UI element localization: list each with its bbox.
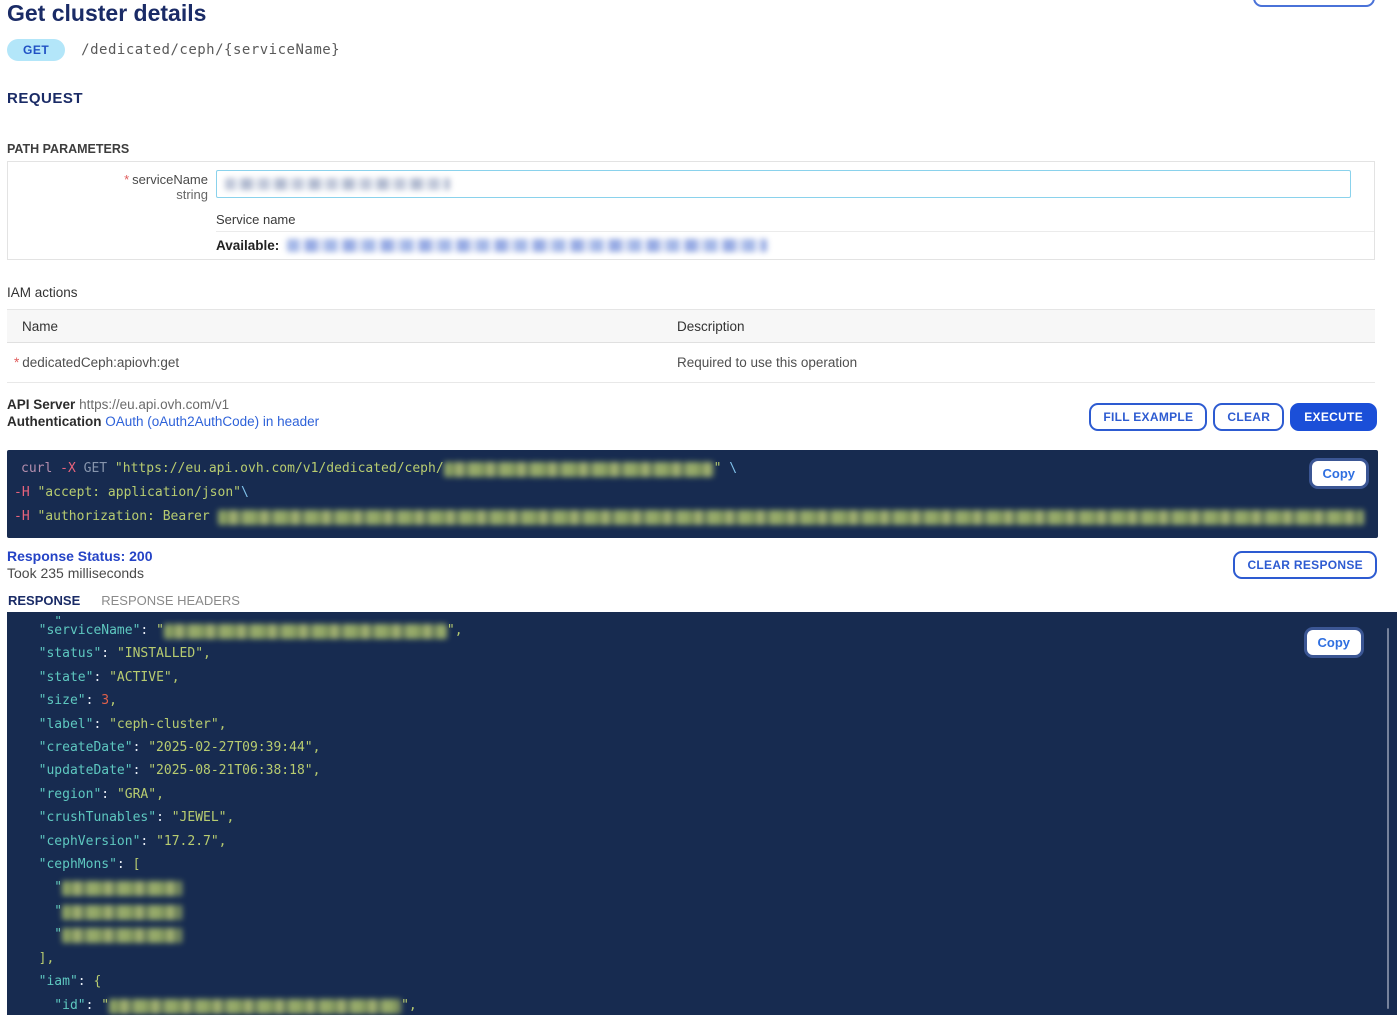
action-buttons: FILL EXAMPLE CLEAR EXECUTE [1089,403,1377,431]
json-line: "createDate": "2025-02-27T09:39:44", [7,736,1397,759]
response-status: Response Status: 200 [7,548,153,565]
request-heading: REQUEST [7,90,83,107]
endpoint-path: /dedicated/ceph/{serviceName} [81,42,340,58]
api-server-label: API Server [7,397,75,412]
redacted-service-name [444,462,714,477]
iam-action-description: Required to use this operation [677,355,1375,370]
json-line: "crushTunables": "JEWEL", [7,806,1397,829]
iam-col-name: Name [7,319,677,334]
required-marker: * [124,172,129,187]
response-status-info: Response Status: 200 Took 235 millisecon… [7,548,153,582]
param-name: *serviceName [8,172,208,187]
json-line: "cephMons": [ [7,853,1397,876]
path-parameters-panel: *serviceName string Service name Availab… [7,161,1375,260]
truncated-top-button[interactable] [1253,0,1375,7]
param-description: Service name [216,212,295,227]
json-line: "updateDate": "2025-08-21T06:38:18", [7,759,1397,782]
path-parameters-heading: PATH PARAMETERS [7,142,129,156]
curl-command-block: curl -X GET "https://eu.api.ovh.com/v1/d… [7,450,1378,538]
json-line: " [7,876,1397,899]
available-label: Available: [216,238,279,253]
endpoint-row: GET /dedicated/ceph/{serviceName} [7,39,340,61]
http-method-badge: GET [7,39,65,61]
param-type: string [8,187,208,202]
clear-response-button[interactable]: CLEAR RESPONSE [1233,551,1377,579]
redacted-value [62,928,182,943]
oauth-link[interactable]: OAuth (oAuth2AuthCode) in header [105,414,319,429]
divider [216,231,1374,232]
json-line: "cephVersion": "17.2.7", [7,830,1397,853]
response-json-lines: " "serviceName": "", "status": "INSTALLE… [7,614,1397,1015]
json-line: " [7,900,1397,923]
json-line: "state": "ACTIVE", [7,666,1397,689]
json-line: "iam": { [7,970,1397,993]
json-line: "region": "GRA", [7,783,1397,806]
copy-curl-button[interactable]: Copy [1312,461,1367,486]
response-time: Took 235 milliseconds [7,565,153,582]
json-line: "id": "", [7,994,1397,1015]
redacted-value [164,624,447,639]
json-line: "label": "ceph-cluster", [7,713,1397,736]
redacted-input-value [225,178,450,190]
curl-line-1: curl -X GET "https://eu.api.ovh.com/v1/d… [7,457,1378,481]
iam-action-name: *dedicatedCeph:apiovh:get [7,355,677,370]
available-values-row: Available: [216,238,767,253]
execute-button[interactable]: EXECUTE [1290,403,1377,431]
json-line: ], [7,947,1397,970]
redacted-bearer-token [218,510,1364,525]
response-scrollbar[interactable] [1387,628,1389,1009]
api-server-url: https://eu.api.ovh.com/v1 [79,397,229,412]
json-line: "serviceName": "", [7,619,1397,642]
json-line: " [7,923,1397,946]
fill-example-button[interactable]: FILL EXAMPLE [1089,403,1207,431]
curl-line-2: -H "accept: application/json"\ [7,481,1378,505]
page-title: Get cluster details [7,0,206,27]
api-server-line: API Server https://eu.api.ovh.com/v1 [7,396,319,413]
iam-actions-table: Name Description *dedicatedCeph:apiovh:g… [7,309,1375,383]
curl-line-3: -H "authorization: Bearer [7,505,1378,529]
authentication-line: Authentication OAuth (oAuth2AuthCode) in… [7,413,319,430]
server-info: API Server https://eu.api.ovh.com/v1 Aut… [7,396,319,430]
param-label-column: *serviceName string [8,172,208,202]
table-row: *dedicatedCeph:apiovh:get Required to us… [7,343,1375,383]
redacted-value [109,999,401,1014]
iam-col-description: Description [677,319,1375,334]
iam-actions-heading: IAM actions [7,285,78,300]
clear-button[interactable]: CLEAR [1213,403,1284,431]
service-name-input[interactable] [216,170,1351,198]
response-json-block: " "serviceName": "", "status": "INSTALLE… [7,612,1397,1015]
redacted-value [62,881,182,896]
iam-table-header: Name Description [7,309,1375,343]
redacted-available-values [287,239,767,252]
json-line: "status": "INSTALLED", [7,642,1397,665]
copy-response-button[interactable]: Copy [1307,630,1362,655]
redacted-value [62,905,182,920]
authentication-label: Authentication [7,414,102,429]
json-line: "size": 3, [7,689,1397,712]
